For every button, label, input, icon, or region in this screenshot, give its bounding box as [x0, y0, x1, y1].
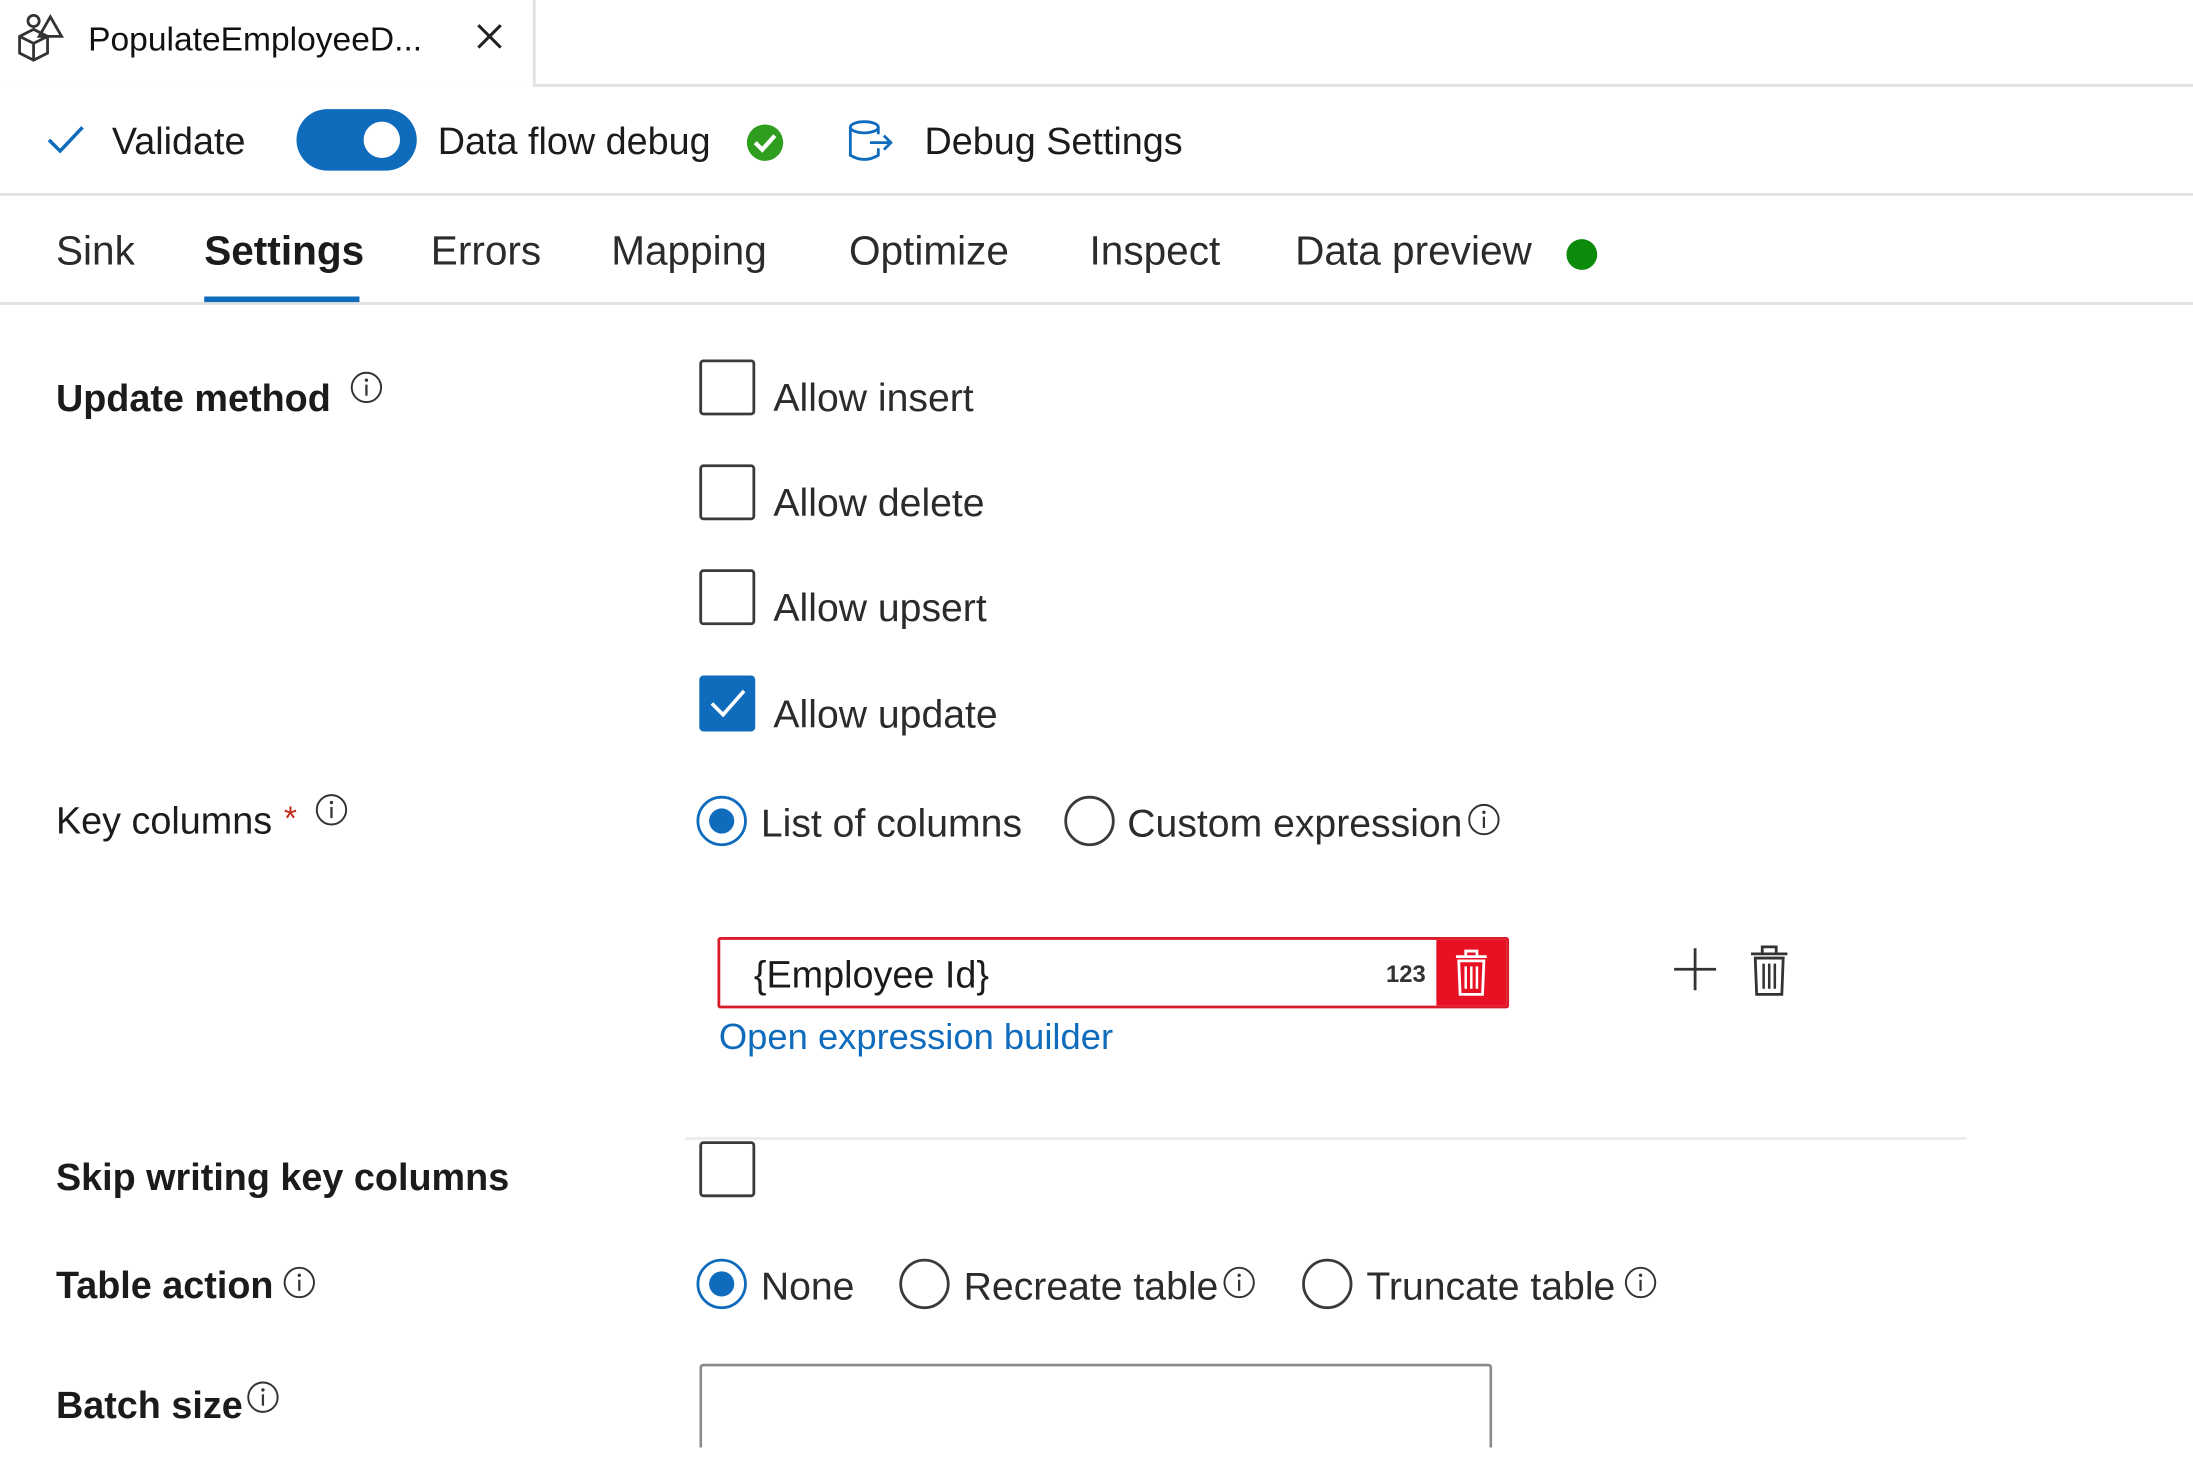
- checkmark-icon: [47, 126, 84, 154]
- skip-writing-key-columns-label: Skip writing key columns: [55, 1156, 510, 1199]
- info-icon[interactable]: [350, 371, 384, 405]
- batch-size-label: Batch size: [55, 1384, 243, 1427]
- expression-value: {Employee Id}: [753, 953, 989, 996]
- table-action-label: Table action: [55, 1264, 274, 1307]
- toolbar: Validate Data flow debug Debug Settings: [0, 87, 2193, 196]
- custom-expression-radio[interactable]: [1064, 795, 1115, 847]
- info-icon[interactable]: [246, 1380, 280, 1414]
- key-columns-label: Key columns: [55, 799, 273, 842]
- info-icon[interactable]: [1222, 1266, 1256, 1300]
- open-expression-builder-link[interactable]: Open expression builder: [719, 1018, 1113, 1054]
- document-tab[interactable]: PopulateEmployeeD...: [0, 0, 536, 87]
- tab-errors[interactable]: Errors: [431, 231, 541, 273]
- debug-status-success-icon: [746, 124, 784, 161]
- trash-icon: [1455, 949, 1487, 996]
- close-icon[interactable]: [473, 20, 507, 54]
- tab-mapping[interactable]: Mapping: [611, 231, 767, 273]
- tab-optimize[interactable]: Optimize: [849, 231, 1009, 273]
- tab-inspect[interactable]: Inspect: [1090, 231, 1221, 273]
- allow-update-label: Allow update: [773, 692, 998, 736]
- list-of-columns-label: List of columns: [760, 801, 1023, 845]
- delete-expression-button[interactable]: [1436, 939, 1507, 1006]
- validate-button[interactable]: Validate: [112, 122, 246, 161]
- allow-upsert-checkbox[interactable]: [699, 569, 756, 626]
- allow-upsert-label: Allow upsert: [773, 586, 987, 630]
- tab-data-preview[interactable]: Data preview: [1295, 231, 1532, 273]
- custom-expression-label: Custom expression: [1127, 801, 1463, 845]
- allow-insert-checkbox[interactable]: [699, 359, 756, 416]
- allow-update-checkbox[interactable]: [699, 675, 756, 732]
- document-tab-title: PopulateEmployeeD...: [88, 20, 423, 59]
- table-action-none-radio[interactable]: [696, 1258, 747, 1310]
- allow-delete-checkbox[interactable]: [699, 464, 756, 521]
- data-flow-debug-label: Data flow debug: [437, 120, 711, 163]
- allow-insert-label: Allow insert: [773, 376, 974, 420]
- info-icon[interactable]: [283, 1266, 317, 1300]
- section-divider: [685, 1137, 1967, 1140]
- debug-settings-button[interactable]: Debug Settings: [924, 122, 1182, 161]
- truncate-table-label: Truncate table: [1366, 1264, 1616, 1308]
- recreate-table-radio[interactable]: [899, 1258, 950, 1310]
- skip-writing-key-columns-checkbox[interactable]: [699, 1141, 756, 1198]
- tab-sink[interactable]: Sink: [56, 231, 135, 273]
- batch-size-input[interactable]: [699, 1363, 1493, 1448]
- list-of-columns-radio[interactable]: [696, 795, 747, 847]
- key-column-expression-input[interactable]: {Employee Id} 123: [717, 937, 1510, 1009]
- update-method-label: Update method: [55, 377, 331, 420]
- checkmark-icon: [710, 689, 746, 718]
- add-icon[interactable]: [1671, 945, 1719, 993]
- recreate-table-label: Recreate table: [963, 1264, 1219, 1308]
- tab-settings[interactable]: Settings: [204, 231, 364, 273]
- integer-type-badge: 123: [1386, 960, 1426, 988]
- data-flow-debug-toggle[interactable]: [296, 109, 417, 171]
- allow-delete-label: Allow delete: [773, 481, 985, 525]
- table-action-none-label: None: [760, 1264, 855, 1308]
- required-marker: *: [283, 799, 297, 838]
- trash-icon[interactable]: [1745, 943, 1793, 999]
- data-flow-icon: [18, 13, 64, 62]
- info-icon[interactable]: [1624, 1266, 1658, 1300]
- info-icon[interactable]: [1467, 803, 1501, 837]
- debug-settings-icon: [848, 120, 893, 161]
- truncate-table-radio[interactable]: [1302, 1258, 1353, 1310]
- toggle-knob: [363, 121, 400, 159]
- info-icon[interactable]: [315, 793, 349, 827]
- settings-tabs: Sink Settings Errors Mapping Optimize In…: [0, 196, 2193, 305]
- data-preview-status-dot: [1566, 239, 1598, 270]
- active-tab-indicator: [204, 296, 360, 303]
